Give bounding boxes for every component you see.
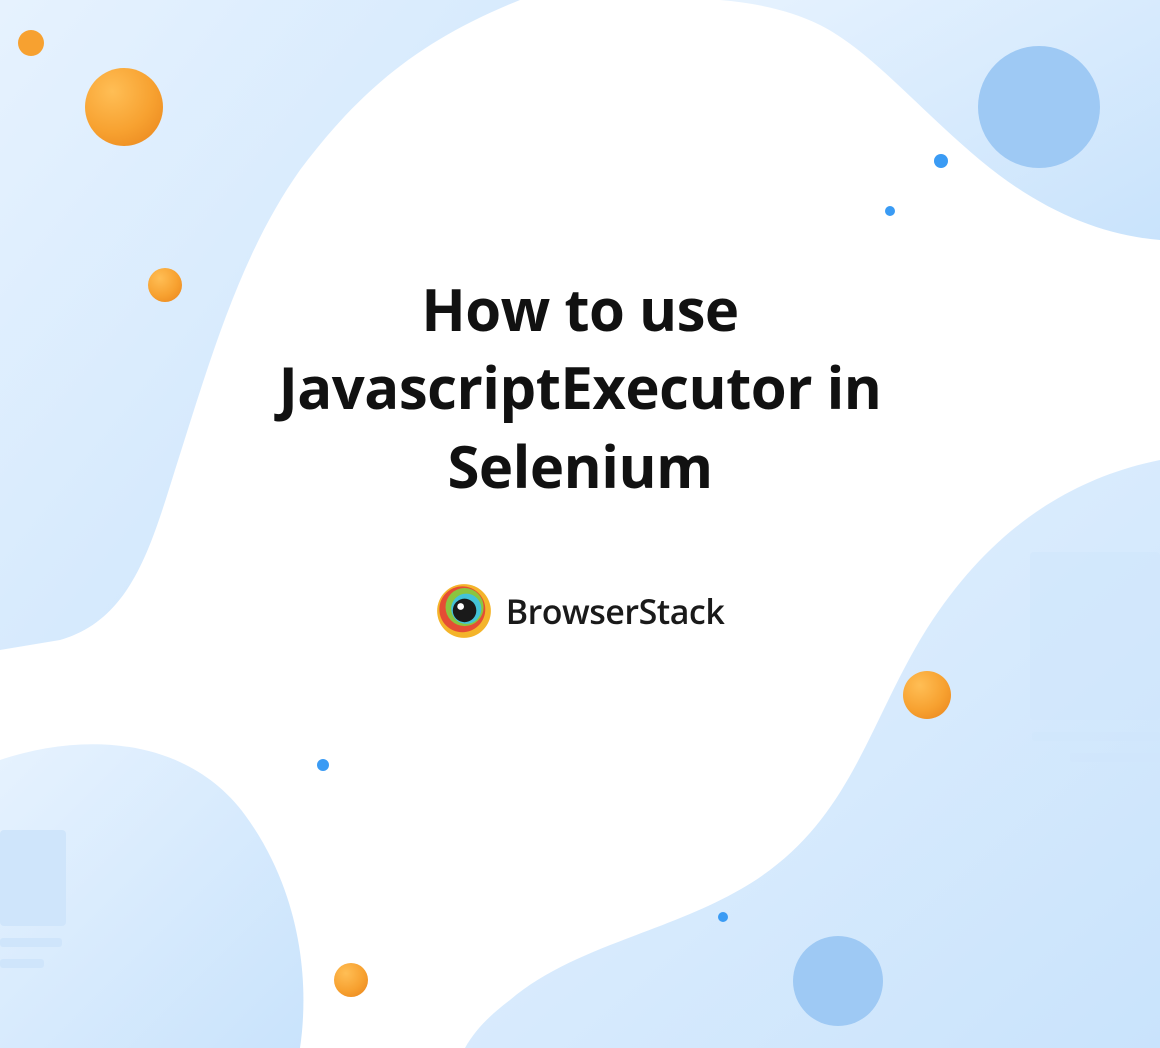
blue-dot-1 (978, 46, 1100, 168)
brand-row: BrowserStack (436, 583, 725, 639)
blue-dot-6 (793, 936, 883, 1026)
browserstack-logo-icon (436, 583, 492, 639)
blue-dot-4 (317, 759, 329, 771)
orange-dot-4 (903, 671, 951, 719)
title-line-1: How to use (421, 269, 738, 348)
title-line-3: Selenium (447, 426, 712, 505)
blue-dot-3 (885, 206, 895, 216)
blue-dot-2 (934, 154, 948, 168)
page-title: How to use JavascriptExecutor in Seleniu… (279, 270, 882, 505)
hero-content: How to use JavascriptExecutor in Seleniu… (0, 0, 1160, 1048)
orange-dot-1 (18, 30, 44, 56)
orange-dot-5 (334, 963, 368, 997)
blue-dot-5 (718, 912, 728, 922)
title-line-2: JavascriptExecutor in (279, 347, 882, 426)
brand-name: BrowserStack (506, 588, 725, 634)
orange-dot-2 (85, 68, 163, 146)
orange-dot-3 (148, 268, 182, 302)
